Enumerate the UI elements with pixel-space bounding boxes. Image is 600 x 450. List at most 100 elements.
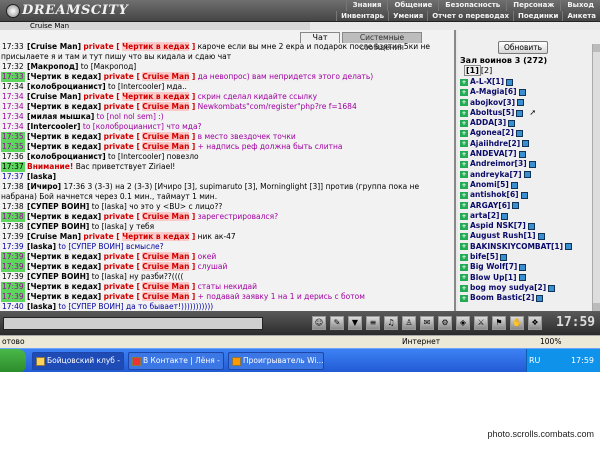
user-name[interactable]: Big Wolf — [470, 262, 505, 272]
private-message-icon[interactable]: + — [460, 109, 468, 117]
message-author[interactable]: [Cruise Man] — [27, 42, 81, 51]
message-author[interactable]: [Чертик в кедах] — [27, 72, 101, 81]
private-message-icon[interactable]: + — [460, 284, 468, 292]
user-list-item[interactable]: + arta [2] — [460, 211, 598, 221]
language-indicator[interactable]: RU — [529, 356, 540, 365]
refresh-button[interactable]: Обновить — [498, 41, 548, 54]
private-message-icon[interactable]: + — [460, 212, 468, 220]
user-info-icon[interactable] — [519, 263, 527, 271]
page-link-2[interactable]: [2] — [481, 66, 492, 75]
music-tool-icon[interactable]: ♫ — [384, 316, 398, 330]
private-target[interactable]: Cruise Man — [142, 142, 190, 151]
menu-security[interactable]: Безопасность — [438, 0, 506, 11]
menu-communication[interactable]: Общение — [387, 0, 438, 11]
message-time[interactable]: 17:39 — [1, 252, 25, 262]
user-name[interactable]: abojkov — [470, 98, 503, 108]
mail-tool-icon[interactable]: ✉ — [420, 316, 434, 330]
user-list-item[interactable]: + Big Wolf [7] — [460, 262, 598, 272]
menu-character[interactable]: Персонаж — [506, 0, 560, 11]
user-name[interactable]: BAKINSKIYCOMBAT — [470, 242, 551, 252]
user-list-item[interactable]: + Aspid NSK [7] — [460, 221, 598, 231]
user-name[interactable]: A-L-X — [470, 77, 492, 87]
private-message-icon[interactable]: + — [460, 150, 468, 158]
user-info-icon[interactable] — [510, 181, 518, 189]
user-name[interactable]: bog moy sudya — [470, 283, 534, 293]
message-author[interactable]: [laska] — [27, 242, 56, 251]
user-name[interactable]: A-Magia — [470, 87, 504, 97]
private-message-icon[interactable]: + — [460, 253, 468, 261]
private-message-icon[interactable]: + — [460, 161, 468, 169]
scroll-tool-icon[interactable]: ❖ — [528, 316, 542, 330]
message-author[interactable]: [колоброцианист] — [27, 152, 106, 161]
user-list-item[interactable]: + Boom Bastic [2] — [460, 293, 598, 303]
message-time[interactable]: 17:39 — [1, 282, 25, 292]
private-target[interactable]: Cruise Man — [142, 212, 190, 221]
message-time[interactable]: 17:40 — [1, 302, 25, 311]
scroll-down-icon[interactable] — [593, 303, 600, 311]
private-target[interactable]: Cruise Man — [142, 282, 190, 291]
user-info-icon[interactable] — [501, 212, 509, 220]
message-author[interactable]: [laska] — [27, 172, 56, 181]
message-time[interactable]: 17:32 — [1, 62, 25, 72]
user-name[interactable]: arta — [470, 211, 487, 221]
submenu-transfers[interactable]: Отчет о переводах — [427, 11, 513, 21]
message-time[interactable]: 17:35 — [1, 142, 25, 152]
private-message-icon[interactable]: + — [460, 119, 468, 127]
message-author[interactable]: [laska] — [27, 302, 56, 311]
submenu-profile[interactable]: Анкета — [562, 11, 600, 21]
tab-chat[interactable]: Чат — [300, 32, 340, 43]
private-message-icon[interactable]: + — [460, 78, 468, 86]
message-author[interactable]: [Cruise Man] — [27, 92, 81, 101]
taskbar-item-combats[interactable]: Бойцовский клуб - ... — [32, 352, 124, 370]
person-tool-icon[interactable]: ♙ — [402, 316, 416, 330]
message-author[interactable]: [Чертик в кедах] — [27, 252, 101, 261]
message-author[interactable]: [Макропод] — [27, 62, 78, 71]
user-name[interactable]: bife — [470, 252, 486, 262]
message-time[interactable]: 17:38 — [1, 182, 25, 192]
user-list-item[interactable]: + bife [5] — [460, 252, 598, 262]
private-message-icon[interactable]: + — [460, 274, 468, 282]
message-author[interactable]: [Чертик в кедах] — [27, 102, 101, 111]
private-message-icon[interactable]: + — [460, 191, 468, 199]
tab-system-messages[interactable]: Системные сообщения — [342, 32, 422, 52]
scroll-up-icon[interactable] — [593, 44, 600, 52]
user-list-item[interactable]: + abojkov [3] — [460, 98, 598, 108]
chat-input[interactable] — [3, 317, 263, 330]
private-message-icon[interactable]: + — [460, 88, 468, 96]
private-message-icon[interactable]: + — [460, 222, 468, 230]
submenu-skills[interactable]: Умения — [388, 11, 427, 21]
private-target[interactable]: Чертик в кедах — [122, 42, 190, 51]
smiley-tool-icon[interactable]: ☺ — [312, 316, 326, 330]
start-button[interactable] — [0, 349, 26, 372]
user-name[interactable]: Aspid NSK — [470, 221, 514, 231]
swords-tool-icon[interactable]: ⚔ — [474, 316, 488, 330]
user-name[interactable]: ADDA — [470, 118, 494, 128]
message-time[interactable]: 17:34 — [1, 112, 25, 122]
private-target[interactable]: Cruise Man — [142, 132, 190, 141]
hand-tool-icon[interactable]: ✋ — [510, 316, 524, 330]
message-author[interactable]: [Чертик в кедах] — [27, 142, 101, 151]
message-time[interactable]: 17:34 — [1, 92, 25, 102]
private-target[interactable]: Cruise Man — [142, 292, 190, 301]
submenu-inventory[interactable]: Инвентарь — [336, 11, 388, 21]
message-time[interactable]: 17:38 — [1, 202, 25, 212]
user-info-icon[interactable] — [518, 88, 526, 96]
message-time[interactable]: 17:38 — [1, 212, 25, 222]
user-name[interactable]: andreyka — [470, 170, 510, 180]
menu-exit[interactable]: Выход — [560, 0, 600, 11]
message-time[interactable]: 17:39 — [1, 292, 25, 302]
user-name[interactable]: Blow Up — [470, 273, 504, 283]
private-target[interactable]: Cruise Man — [142, 252, 190, 261]
user-name[interactable]: Agonea — [470, 128, 502, 138]
user-info-icon[interactable] — [512, 202, 520, 210]
private-target[interactable]: Cruise Man — [142, 72, 190, 81]
user-list-item[interactable]: + Anomi [5] — [460, 180, 598, 190]
private-message-icon[interactable]: + — [460, 130, 468, 138]
user-list-item[interactable]: + Aboltus [5] ➚ — [460, 108, 598, 118]
user-info-icon[interactable] — [515, 130, 523, 138]
message-time[interactable]: 17:34 — [1, 82, 25, 92]
user-info-icon[interactable] — [522, 140, 530, 148]
filter-tool-icon[interactable]: ▼ — [348, 316, 362, 330]
user-info-icon[interactable] — [527, 222, 535, 230]
list-tool-icon[interactable]: ≡ — [366, 316, 380, 330]
